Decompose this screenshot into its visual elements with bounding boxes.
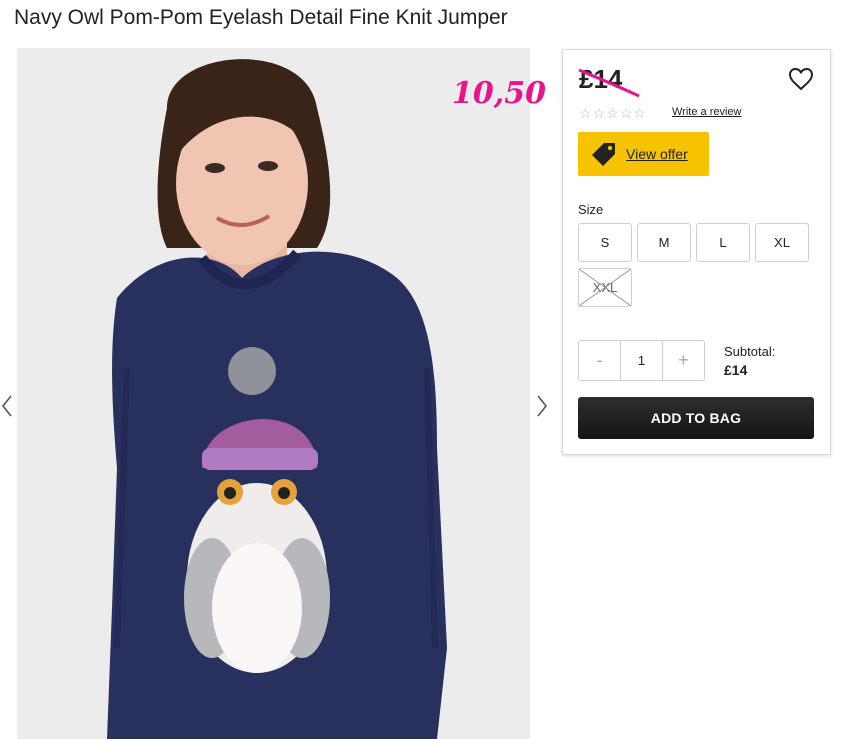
quantity-stepper: - 1 + <box>578 340 705 381</box>
rating-stars: ☆ ☆ ☆ ☆ ☆ <box>579 106 646 120</box>
quantity-decrease-button[interactable]: - <box>579 341 620 380</box>
size-label: Size <box>578 202 604 217</box>
price-strikethrough <box>578 68 640 98</box>
product-title: Navy Owl Pom-Pom Eyelash Detail Fine Kni… <box>14 6 508 29</box>
purchase-panel: £14 ☆ ☆ ☆ ☆ ☆ Write a review View offer … <box>562 49 831 455</box>
quantity-input[interactable]: 1 <box>620 341 663 380</box>
add-to-bag-button[interactable]: ADD TO BAG <box>578 397 814 439</box>
star-icon: ☆ <box>579 105 592 121</box>
star-icon: ☆ <box>619 105 633 121</box>
carousel-prev-icon[interactable] <box>0 394 14 418</box>
star-icon: ☆ <box>606 105 619 121</box>
model-photo <box>17 48 530 739</box>
quantity-increase-button[interactable]: + <box>663 341 704 380</box>
size-option-xl[interactable]: XL <box>755 223 809 262</box>
star-icon: ☆ <box>633 105 646 121</box>
product-image[interactable] <box>17 48 530 739</box>
size-options: S M L XL XXL <box>578 223 815 307</box>
sale-price-annotation: 10,50 <box>452 76 546 111</box>
size-option-s[interactable]: S <box>578 223 632 262</box>
view-offer-button[interactable]: View offer <box>578 132 709 176</box>
subtotal-label: Subtotal: <box>724 344 776 359</box>
wishlist-heart-icon[interactable] <box>788 67 814 91</box>
size-option-xxl-unavailable[interactable]: XXL <box>578 268 632 307</box>
subtotal-value: £14 <box>724 362 748 378</box>
price-tag-icon <box>592 143 615 166</box>
carousel-next-icon[interactable] <box>535 394 549 418</box>
write-review-link[interactable]: Write a review <box>672 106 741 118</box>
view-offer-label: View offer <box>626 146 688 162</box>
size-option-l[interactable]: L <box>696 223 750 262</box>
star-icon: ☆ <box>592 105 606 121</box>
size-option-m[interactable]: M <box>637 223 691 262</box>
unavailable-cross <box>579 269 631 306</box>
